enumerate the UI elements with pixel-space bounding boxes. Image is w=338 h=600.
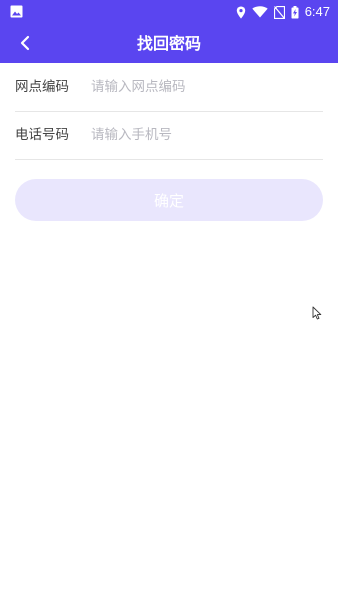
phone-input[interactable] xyxy=(91,122,311,148)
phone-label: 电话号码 xyxy=(15,127,69,143)
image-icon xyxy=(10,5,23,18)
location-icon xyxy=(236,6,245,18)
status-icons: 6:47 xyxy=(236,0,330,24)
network-code-row: 网点编码 xyxy=(15,64,323,112)
page-title: 找回密码 xyxy=(136,34,201,53)
screen: 6:47 找回密码 网点编码 电话号码 确定 xyxy=(0,0,338,600)
status-time: 6:47 xyxy=(304,4,330,19)
no-sim-icon xyxy=(273,5,285,19)
network-code-label: 网点编码 xyxy=(15,79,69,95)
status-bar: 6:47 xyxy=(0,0,338,24)
network-code-input[interactable] xyxy=(91,74,311,100)
app-bar: 找回密码 xyxy=(0,24,338,63)
battery-charging-icon xyxy=(291,5,299,18)
mouse-cursor-icon xyxy=(312,306,322,320)
phone-row: 电话号码 xyxy=(15,112,323,160)
wifi-icon xyxy=(251,6,268,18)
confirm-button[interactable]: 确定 xyxy=(15,179,323,221)
